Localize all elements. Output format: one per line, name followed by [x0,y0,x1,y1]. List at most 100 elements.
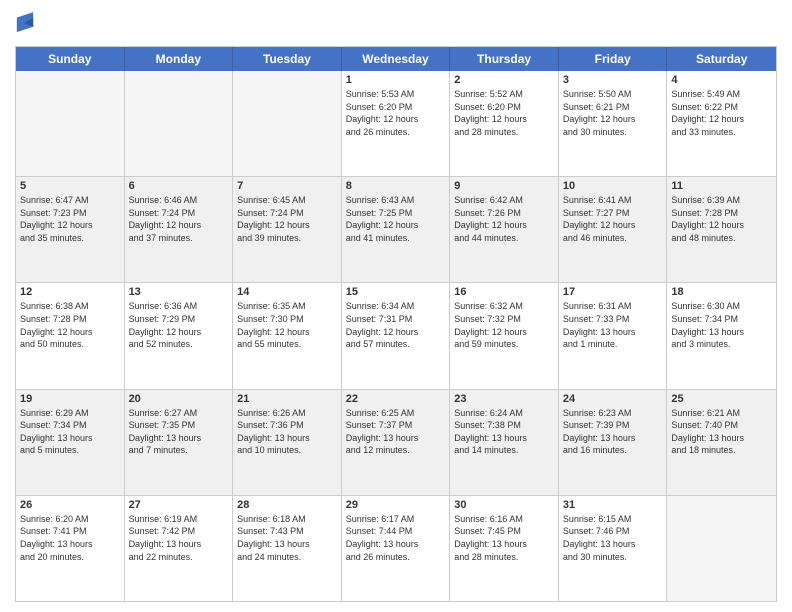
calendar-header: SundayMondayTuesdayWednesdayThursdayFrid… [16,47,776,71]
calendar-body: 1Sunrise: 5:53 AM Sunset: 6:20 PM Daylig… [16,71,776,601]
cell-info: Sunrise: 6:15 AM Sunset: 7:46 PM Dayligh… [563,513,663,563]
cal-cell: 9 Sunrise: 6:42 AM Sunset: 7:26 PM Daylig… [450,177,559,282]
cal-cell [16,71,125,176]
cell-info: Sunrise: 6:38 AM Sunset: 7:28 PM Dayligh… [20,300,120,350]
cell-info: Sunrise: 6:25 AM Sunset: 7:37 PM Dayligh… [346,407,446,457]
cell-info: Sunrise: 6:41 AM Sunset: 7:27 PM Dayligh… [563,194,663,244]
day-number: 7 [237,180,337,192]
header-day-wednesday: Wednesday [342,47,451,71]
cal-cell: 26 Sunrise: 6:20 AM Sunset: 7:41 PM Dayli… [16,496,125,601]
cell-info: Sunrise: 6:21 AM Sunset: 7:40 PM Dayligh… [671,407,772,457]
cell-info: Sunrise: 6:27 AM Sunset: 7:35 PM Dayligh… [129,407,229,457]
day-number: 26 [20,499,120,511]
cal-cell: 30 Sunrise: 6:16 AM Sunset: 7:45 PM Dayli… [450,496,559,601]
cell-info: Sunrise: 6:30 AM Sunset: 7:34 PM Dayligh… [671,300,772,350]
day-number: 23 [454,393,554,405]
day-number: 1 [346,74,446,86]
cal-cell: 28Sunrise: 6:18 AM Sunset: 7:43 PM Dayli… [233,496,342,601]
header-day-sunday: Sunday [16,47,125,71]
day-number: 16 [454,286,554,298]
day-number: 13 [129,286,229,298]
cal-cell: 14 Sunrise: 6:35 AM Sunset: 7:30 PM Dayli… [233,283,342,388]
day-number: 25 [671,393,772,405]
day-number: 10 [563,180,663,192]
cal-cell: 3 Sunrise: 5:50 AM Sunset: 6:21 PM Daylig… [559,71,668,176]
cal-cell: 25 Sunrise: 6:21 AM Sunset: 7:40 PM Dayli… [667,390,776,495]
cell-info: Sunrise: 6:17 AM Sunset: 7:44 PM Dayligh… [346,513,446,563]
cell-info: Sunrise: 5:49 AM Sunset: 6:22 PM Dayligh… [671,88,772,138]
cal-cell: 6 Sunrise: 6:46 AM Sunset: 7:24 PM Daylig… [125,177,234,282]
cell-info: Sunrise: 5:50 AM Sunset: 6:21 PM Dayligh… [563,88,663,138]
day-number: 9 [454,180,554,192]
page: SundayMondayTuesdayWednesdayThursdayFrid… [0,0,792,612]
calendar: SundayMondayTuesdayWednesdayThursdayFrid… [15,46,777,602]
day-number: 14 [237,286,337,298]
cal-row-2: 12 Sunrise: 6:38 AM Sunset: 7:28 PM Dayli… [16,283,776,389]
cal-cell: 13 Sunrise: 6:36 AM Sunset: 7:29 PM Dayli… [125,283,234,388]
cell-info: Sunrise: 6:45 AM Sunset: 7:24 PM Dayligh… [237,194,337,244]
cell-info: Sunrise: 6:31 AM Sunset: 7:33 PM Dayligh… [563,300,663,350]
day-number: 22 [346,393,446,405]
day-number: 27 [129,499,229,511]
cal-row-3: 19 Sunrise: 6:29 AM Sunset: 7:34 PM Dayli… [16,390,776,496]
cal-cell: 20 Sunrise: 6:27 AM Sunset: 7:35 PM Dayli… [125,390,234,495]
day-number: 6 [129,180,229,192]
cell-info: Sunrise: 6:46 AM Sunset: 7:24 PM Dayligh… [129,194,229,244]
day-number: 12 [20,286,120,298]
cell-info: Sunrise: 6:24 AM Sunset: 7:38 PM Dayligh… [454,407,554,457]
cal-cell: 1Sunrise: 5:53 AM Sunset: 6:20 PM Daylig… [342,71,451,176]
header-day-monday: Monday [125,47,234,71]
cell-info: Sunrise: 6:16 AM Sunset: 7:45 PM Dayligh… [454,513,554,563]
cal-cell: 5Sunrise: 6:47 AM Sunset: 7:23 PM Daylig… [16,177,125,282]
cal-cell: 29Sunrise: 6:17 AM Sunset: 7:44 PM Dayli… [342,496,451,601]
day-number: 2 [454,74,554,86]
cell-info: Sunrise: 6:26 AM Sunset: 7:36 PM Dayligh… [237,407,337,457]
day-number: 11 [671,180,772,192]
cell-info: Sunrise: 6:20 AM Sunset: 7:41 PM Dayligh… [20,513,120,563]
cal-cell: 17 Sunrise: 6:31 AM Sunset: 7:33 PM Dayli… [559,283,668,388]
cal-row-0: 1Sunrise: 5:53 AM Sunset: 6:20 PM Daylig… [16,71,776,177]
cal-cell: 19 Sunrise: 6:29 AM Sunset: 7:34 PM Dayli… [16,390,125,495]
cell-info: Sunrise: 6:35 AM Sunset: 7:30 PM Dayligh… [237,300,337,350]
cal-cell: 15 Sunrise: 6:34 AM Sunset: 7:31 PM Dayli… [342,283,451,388]
cal-cell [667,496,776,601]
day-number: 17 [563,286,663,298]
cell-info: Sunrise: 6:34 AM Sunset: 7:31 PM Dayligh… [346,300,446,350]
day-number: 8 [346,180,446,192]
cal-cell: 21 Sunrise: 6:26 AM Sunset: 7:36 PM Dayli… [233,390,342,495]
header-day-thursday: Thursday [450,47,559,71]
day-number: 20 [129,393,229,405]
cal-cell [125,71,234,176]
day-number: 15 [346,286,446,298]
cell-info: Sunrise: 6:42 AM Sunset: 7:26 PM Dayligh… [454,194,554,244]
cell-info: Sunrise: 6:47 AM Sunset: 7:23 PM Dayligh… [20,194,120,244]
cal-cell: 12 Sunrise: 6:38 AM Sunset: 7:28 PM Dayli… [16,283,125,388]
cell-info: Sunrise: 5:52 AM Sunset: 6:20 PM Dayligh… [454,88,554,138]
cell-info: Sunrise: 6:18 AM Sunset: 7:43 PM Dayligh… [237,513,337,563]
cal-cell: 8Sunrise: 6:43 AM Sunset: 7:25 PM Daylig… [342,177,451,282]
cal-cell: 24 Sunrise: 6:23 AM Sunset: 7:39 PM Dayli… [559,390,668,495]
day-number: 4 [671,74,772,86]
header-day-saturday: Saturday [667,47,776,71]
cal-cell: 27 Sunrise: 6:19 AM Sunset: 7:42 PM Dayli… [125,496,234,601]
cell-info: Sunrise: 6:32 AM Sunset: 7:32 PM Dayligh… [454,300,554,350]
cal-cell: 2 Sunrise: 5:52 AM Sunset: 6:20 PM Daylig… [450,71,559,176]
cal-cell: 7 Sunrise: 6:45 AM Sunset: 7:24 PM Daylig… [233,177,342,282]
cell-info: Sunrise: 6:19 AM Sunset: 7:42 PM Dayligh… [129,513,229,563]
cal-cell: 18Sunrise: 6:30 AM Sunset: 7:34 PM Dayli… [667,283,776,388]
cell-info: Sunrise: 6:36 AM Sunset: 7:29 PM Dayligh… [129,300,229,350]
day-number: 30 [454,499,554,511]
cal-cell: 10 Sunrise: 6:41 AM Sunset: 7:27 PM Dayli… [559,177,668,282]
day-number: 3 [563,74,663,86]
cal-cell: 16 Sunrise: 6:32 AM Sunset: 7:32 PM Dayli… [450,283,559,388]
cal-row-1: 5Sunrise: 6:47 AM Sunset: 7:23 PM Daylig… [16,177,776,283]
cal-cell [233,71,342,176]
header-day-friday: Friday [559,47,668,71]
day-number: 19 [20,393,120,405]
cell-info: Sunrise: 6:29 AM Sunset: 7:34 PM Dayligh… [20,407,120,457]
day-number: 24 [563,393,663,405]
header [15,10,777,38]
day-number: 21 [237,393,337,405]
cell-info: Sunrise: 6:23 AM Sunset: 7:39 PM Dayligh… [563,407,663,457]
logo [15,10,37,38]
